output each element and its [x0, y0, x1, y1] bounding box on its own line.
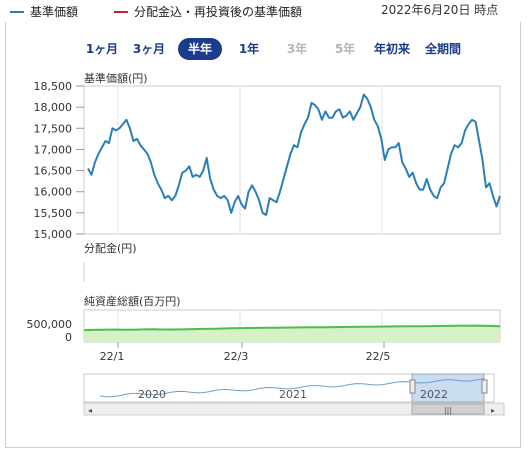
x-tick-label: 22/3 — [224, 350, 249, 363]
y-tick-label: 17,500 — [34, 122, 73, 135]
y-tick-label: 16,000 — [34, 186, 73, 199]
net-assets-area-chart: 500,0000 22/1 22/3 22/5 — [27, 309, 501, 363]
nav-line-chart: 18,500 18,000 17,500 17,000 16,500 16,000 15,5… — [34, 80, 501, 241]
y-tick-label: 17,000 — [34, 143, 73, 156]
y-tick-label: 15,000 — [34, 228, 73, 241]
navigator-handle[interactable] — [481, 379, 488, 394]
y-tick-label: 16,500 — [34, 165, 73, 178]
plot-area — [83, 85, 501, 235]
chart-svg: 18,500 18,000 17,500 17,000 16,500 16,000 15,5… — [27, 80, 505, 416]
distribution-plot-area — [84, 256, 500, 282]
x-tick-label: 22/5 — [366, 350, 391, 363]
y-tick-label: 18,000 — [34, 101, 73, 114]
scroll-left-icon[interactable]: ◂ — [88, 406, 92, 415]
navigator-year-label: 2020 — [138, 388, 166, 401]
navigator-handle[interactable] — [409, 379, 416, 394]
scroll-right-icon[interactable]: ▸ — [491, 406, 495, 415]
fund-chart-widget: 基準価額 分配金込・再投資後の基準価額 2022年6月20日 時点 1ヶ月 3ヶ… — [0, 0, 529, 455]
x-tick-label: 22/1 — [100, 350, 125, 363]
scrollbar-grip-icon: ||| — [444, 406, 452, 415]
y-tick-label: 15,500 — [34, 207, 73, 220]
navigator-year-label: 2021 — [279, 388, 307, 401]
y-tick-label: 500,000 — [27, 318, 73, 331]
y-tick-label: 0 — [65, 331, 72, 344]
range-navigator[interactable]: 2020 2021 2022 ||| ◂ ▸ — [83, 373, 505, 416]
navigator-year-label: 2022 — [420, 388, 448, 401]
distribution-chart — [83, 256, 500, 282]
y-tick-label: 18,500 — [34, 80, 73, 93]
